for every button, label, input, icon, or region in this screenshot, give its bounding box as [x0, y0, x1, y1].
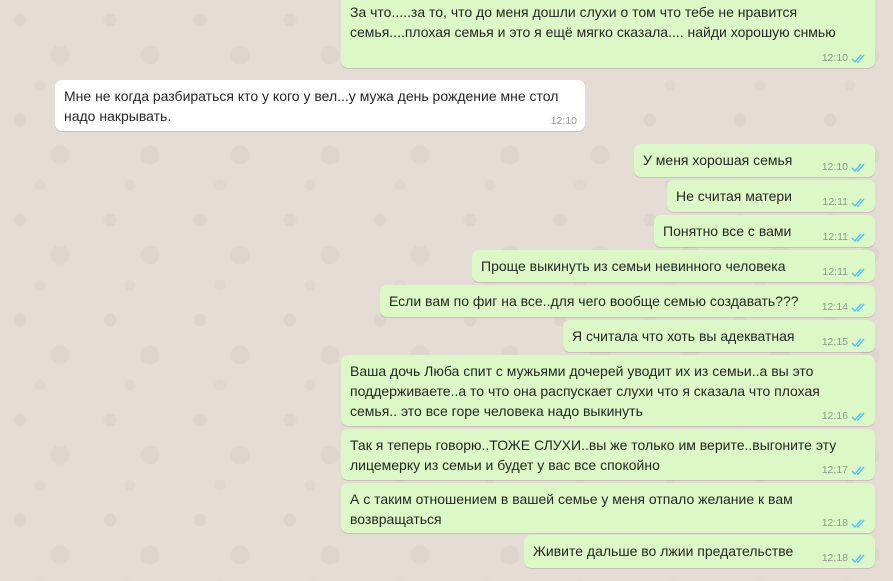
read-double-check-icon [851, 268, 865, 277]
read-double-check-icon [851, 303, 865, 312]
read-double-check-icon [851, 412, 865, 421]
message-time: 12:10 [550, 115, 577, 127]
message-meta: 12:18 [822, 551, 867, 565]
message-text: Так я теперь говорю..ТОЖЕ СЛУХИ..вы же т… [350, 437, 837, 473]
message-bubble-outgoing[interactable]: Живите дальше во лжии предательстве 12:1… [524, 535, 875, 568]
message-time: 12:16 [821, 410, 848, 422]
message-meta: 12:11 [823, 230, 868, 244]
message-bubble-outgoing[interactable]: Так я теперь говорю..ТОЖЕ СЛУХИ..вы же т… [341, 429, 875, 480]
read-double-check-icon [851, 466, 865, 475]
message-time: 12:18 [821, 552, 848, 564]
message-bubble-outgoing[interactable]: Ваша дочь Люба спит с мужьями дочерей ув… [341, 355, 875, 426]
message-meta: 12:14 [822, 300, 867, 314]
message-meta: 12:11 [823, 265, 868, 279]
message-meta: 12:10 [822, 51, 867, 65]
message-bubble-outgoing[interactable]: За что.....за то, что до меня дошли слух… [341, 0, 875, 68]
message-text: Ваша дочь Люба спит с мужьями дочерей ув… [350, 363, 820, 419]
message-text: Проще выкинуть из семьи невинного челове… [481, 258, 786, 274]
read-double-check-icon [851, 233, 865, 242]
message-meta: 12:15 [822, 335, 867, 349]
message-bubble-outgoing[interactable]: Если вам по фиг на все..для чего вообще … [380, 285, 875, 317]
message-time: 12:10 [821, 161, 848, 173]
message-bubble-outgoing[interactable]: Не считая матери 12:11 [667, 180, 875, 212]
message-bubble-outgoing[interactable]: Я считала что хоть вы адекватная 12:15 [563, 320, 875, 352]
message-bubble-outgoing[interactable]: Проще выкинуть из семьи невинного челове… [472, 250, 875, 282]
message-time: 12:11 [822, 266, 849, 278]
message-meta: 12:17 [822, 463, 867, 477]
message-bubble-incoming[interactable]: Мне не когда разбираться кто у кого у ве… [55, 80, 585, 131]
message-text: Если вам по фиг на все..для чего вообще … [389, 293, 799, 309]
message-time: 12:10 [821, 52, 848, 64]
message-time: 12:17 [821, 464, 848, 476]
message-bubble-outgoing[interactable]: А с таким отношением в вашей семье у мен… [341, 483, 875, 533]
read-double-check-icon [851, 163, 865, 172]
message-time: 12:11 [822, 196, 849, 208]
read-double-check-icon [851, 54, 865, 63]
message-bubble-outgoing[interactable]: Понятно все с вами 12:11 [654, 215, 875, 247]
message-meta: 12:16 [822, 409, 867, 423]
message-meta: 12:10 [551, 114, 577, 128]
message-time: 12:15 [821, 336, 848, 348]
message-bubble-outgoing[interactable]: У меня хорошая семья 12:10 [634, 144, 875, 177]
message-text: Мне не когда разбираться кто у кого у ве… [64, 88, 559, 124]
message-text: За что.....за то, что до меня дошли слух… [350, 4, 836, 40]
message-time: 12:18 [821, 517, 848, 529]
message-text: А с таким отношением в вашей семье у мен… [350, 491, 793, 527]
read-double-check-icon [851, 198, 865, 207]
message-meta: 12:11 [823, 195, 868, 209]
message-text: Живите дальше во лжии предательстве [533, 543, 794, 559]
read-double-check-icon [851, 554, 865, 563]
message-time: 12:11 [822, 231, 849, 243]
message-meta: 12:10 [822, 160, 867, 174]
read-double-check-icon [851, 338, 865, 347]
message-meta: 12:18 [822, 516, 867, 530]
message-list[interactable]: За что.....за то, что до меня дошли слух… [0, 0, 893, 581]
message-time: 12:14 [821, 301, 848, 313]
read-double-check-icon [851, 519, 865, 528]
